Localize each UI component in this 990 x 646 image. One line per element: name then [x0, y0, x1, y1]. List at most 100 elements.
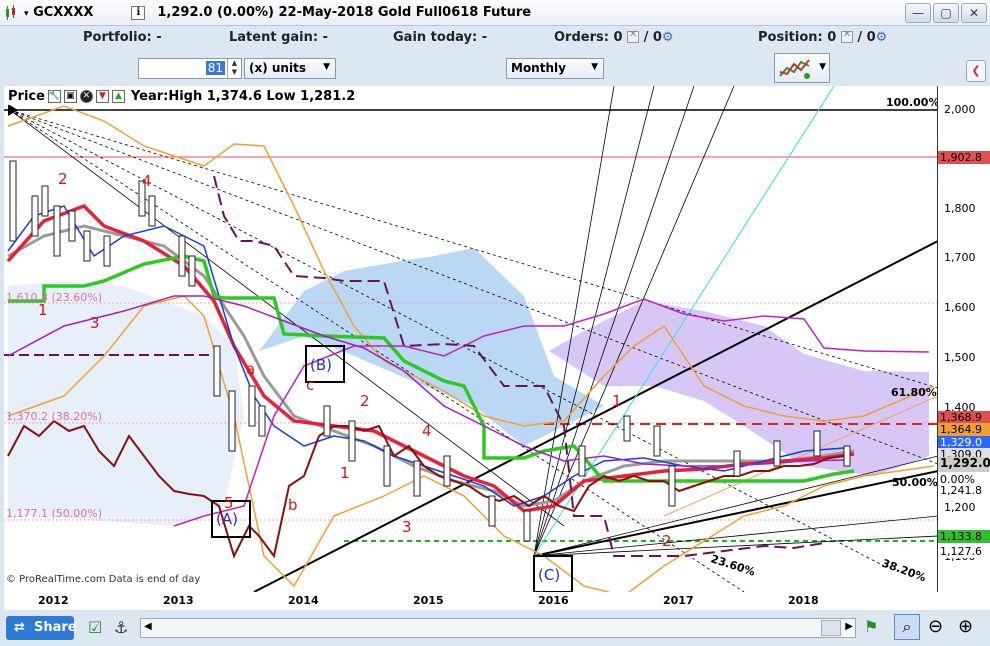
collapse-panel-icon[interactable]: ❮ — [966, 60, 986, 82]
wave-label: 3 — [402, 518, 412, 536]
orders-gear-icon[interactable]: ⚙ — [662, 30, 674, 45]
bottom-toolbar: ⇄ Share ☑ ⚓ ◀ ▶ ⚑ ⌕ ⊖ ⊕ — [0, 610, 990, 646]
support-trendline — [533, 470, 937, 557]
candlestick-icon — [4, 4, 18, 21]
retrace-label-1370: 1,370.2 (38.20%) — [6, 410, 103, 423]
maximize-button[interactable]: ▢ — [933, 3, 959, 23]
chart-controls: 81 ▲ ▼ (x) units ▼ Monthly ▼ ▼ — [0, 48, 990, 86]
price-tag-1902: 1,902.8 — [938, 151, 990, 164]
window-icon[interactable]: ▣ — [63, 89, 77, 103]
wave-label: a — [246, 360, 256, 378]
wave-label: 4 — [142, 172, 152, 190]
orders-status: Orders: 0 / 0⚙ — [554, 29, 674, 45]
axis-tick: 1,500 — [944, 351, 976, 364]
gain-today-label: Gain today: - — [393, 30, 488, 45]
ruler-icon[interactable]: ⚓ — [114, 618, 128, 637]
move-up-icon[interactable]: ▲ — [111, 89, 125, 103]
symbol-selector[interactable]: ▾ GCXXXX — [24, 5, 93, 20]
watermark: © ProRealTime.com Data is end of day — [6, 574, 201, 585]
price-tag-1127: 1,127.6 — [938, 545, 990, 558]
scroll-thumb[interactable] — [821, 620, 841, 636]
units-value[interactable]: 81 — [205, 61, 225, 75]
chart-style-icon — [779, 59, 810, 79]
wave-label: c — [306, 376, 315, 394]
axis-tick: 2017 — [663, 594, 694, 607]
zoom-select-icon[interactable]: ⌕ — [894, 614, 920, 640]
price-tag-1241: 1,241.8 — [938, 484, 990, 497]
minimize-button[interactable]: — — [905, 3, 931, 23]
wave-label: 2 — [360, 392, 370, 410]
axis-tick: 1,600 — [944, 301, 976, 314]
period-dropdown[interactable]: Monthly ▼ — [506, 58, 604, 79]
share-label: Share — [34, 620, 77, 635]
axis-tick: 2015 — [413, 594, 444, 607]
position-slash: / 0 — [857, 30, 876, 45]
chevron-down-icon: ▼ — [591, 62, 598, 72]
price-tag-current: 1,292.0 — [938, 456, 990, 472]
axis-tick: 2012 — [38, 594, 69, 607]
share-button[interactable]: ⇄ Share — [6, 616, 77, 640]
latent-gain-label: Latent gain: - — [229, 30, 328, 45]
wrench-icon[interactable]: 🔧 — [47, 89, 61, 103]
axis-tick: 2016 — [538, 594, 569, 607]
cancel-orders-icon[interactable] — [627, 29, 640, 43]
position-gear-icon[interactable]: ⚙ — [876, 30, 888, 45]
price-axis[interactable]: 2,000 1,800 1,700 1,600 1,500 1,400 1,20… — [938, 86, 990, 592]
axis-tick: 2013 — [163, 594, 194, 607]
position-label: Position: 0 — [758, 30, 837, 45]
year-stats: Year:High 1,374.6 Low 1,281.2 — [130, 88, 356, 104]
close-position-icon[interactable] — [840, 29, 853, 43]
chart-canvas — [4, 86, 937, 592]
close-button[interactable]: ✕ — [961, 3, 987, 23]
wave-label: (C) — [538, 566, 561, 584]
wave-label: (B) — [310, 356, 332, 374]
zoom-out-icon[interactable]: ⊖ — [928, 616, 943, 637]
chart-style-button[interactable]: ▼ — [774, 53, 830, 83]
scroll-right-icon[interactable]: ▶ — [845, 621, 853, 632]
axis-tick: 1,800 — [944, 202, 976, 215]
wave-label: 3 — [90, 314, 100, 332]
wave-label: 1 — [612, 392, 622, 410]
wave-label: b — [288, 496, 298, 514]
scroll-left-icon[interactable]: ◀ — [144, 621, 152, 632]
remove-icon[interactable]: ✕ — [79, 89, 93, 103]
orders-slash: / 0 — [643, 30, 662, 45]
fib-label-50: 50.00% — [892, 476, 938, 489]
share-icon: ⇄ — [14, 620, 25, 635]
chevron-down-icon: ▼ — [819, 62, 826, 72]
time-axis[interactable]: 2012 2013 2014 2015 2016 2017 2018 — [4, 592, 990, 610]
axis-tick: 1,700 — [944, 251, 976, 264]
price-chart[interactable]: Price 🔧 ▣ ✕ ▼ ▲ Year:High 1,374.6 Low 1,… — [4, 86, 938, 592]
retrace-label-1177: 1,177.1 (50.00%) — [6, 507, 103, 520]
wave-label: 2 — [58, 170, 68, 188]
wave-label: 1 — [38, 301, 48, 319]
axis-tick: 2,000 — [944, 103, 976, 116]
wave-label: (A) — [216, 510, 238, 528]
units-dropdown[interactable]: (x) units ▼ — [244, 58, 336, 79]
fib-label-61: 61.80% — [891, 386, 937, 399]
period-dropdown-label: Monthly — [511, 61, 566, 75]
stepper-arrows-icon[interactable]: ▲ ▼ — [227, 59, 241, 78]
account-toolbar: Portfolio: - Latent gain: - Gain today: … — [0, 26, 990, 48]
checklist-icon[interactable]: ☑ — [88, 618, 102, 637]
chart-legend: Price 🔧 ▣ ✕ ▼ ▲ Year:High 1,374.6 Low 1,… — [8, 87, 356, 105]
axis-tick: 2014 — [288, 594, 319, 607]
retrace-label-1610: 1,610.8 (23.60%) — [6, 291, 103, 304]
units-dropdown-label: (x) units — [249, 61, 306, 75]
chevron-down-icon: ▼ — [323, 62, 330, 72]
wave-label: 1 — [340, 464, 350, 482]
portfolio-label: Portfolio: - — [83, 30, 162, 45]
price-label: Price — [8, 88, 45, 104]
units-stepper[interactable]: 81 ▲ ▼ — [138, 58, 242, 79]
price-tag-1364: 1,364.9 — [938, 423, 990, 436]
position-status: Position: 0 / 0⚙ — [758, 29, 888, 45]
axis-tick: 2018 — [788, 594, 819, 607]
flag-icon[interactable]: ⚑ — [864, 617, 878, 636]
move-down-icon[interactable]: ▼ — [95, 89, 109, 103]
chart-scrollbar[interactable]: ◀ ▶ — [140, 618, 856, 638]
orders-label: Orders: 0 — [554, 30, 623, 45]
zoom-in-icon[interactable]: ⊕ — [958, 616, 973, 637]
wave-label: 4 — [422, 422, 432, 440]
info-button[interactable]: i — [131, 5, 146, 20]
wave-label: 2 — [662, 532, 672, 550]
